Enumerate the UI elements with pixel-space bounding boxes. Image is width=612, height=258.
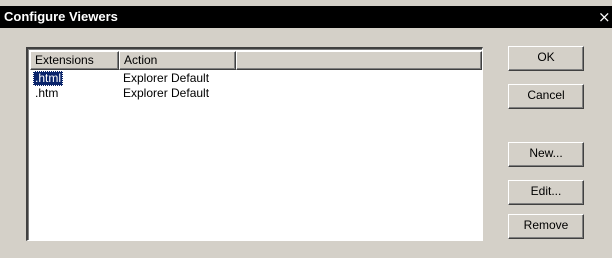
new-button[interactable]: New...	[508, 142, 584, 167]
ok-button[interactable]: OK	[508, 46, 584, 71]
action-cell: Explorer Default	[123, 71, 210, 85]
column-header-extensions[interactable]: Extensions	[30, 51, 119, 70]
viewers-list[interactable]: Extensions Action .html Explorer Default…	[26, 47, 483, 241]
window-title: Configure Viewers	[4, 9, 118, 24]
extension-cell: .html	[33, 71, 64, 86]
edit-button[interactable]: Edit...	[508, 180, 584, 205]
column-header-filler	[236, 51, 482, 70]
title-bar[interactable]: Configure Viewers ×	[0, 6, 612, 28]
list-row-htm[interactable]: .htm Explorer Default	[30, 86, 482, 101]
cancel-button[interactable]: Cancel	[508, 84, 584, 109]
list-row-html[interactable]: .html Explorer Default	[30, 71, 482, 86]
remove-button[interactable]: Remove	[508, 214, 584, 239]
list-header: Extensions Action	[30, 51, 482, 70]
configure-viewers-dialog: Configure Viewers × Extensions Action .h…	[0, 0, 612, 258]
list-rows: .html Explorer Default .htm Explorer Def…	[30, 71, 482, 101]
action-cell: Explorer Default	[123, 86, 210, 100]
extension-cell: .htm	[35, 86, 59, 100]
close-icon[interactable]: ×	[598, 9, 612, 25]
column-header-action[interactable]: Action	[119, 51, 236, 70]
